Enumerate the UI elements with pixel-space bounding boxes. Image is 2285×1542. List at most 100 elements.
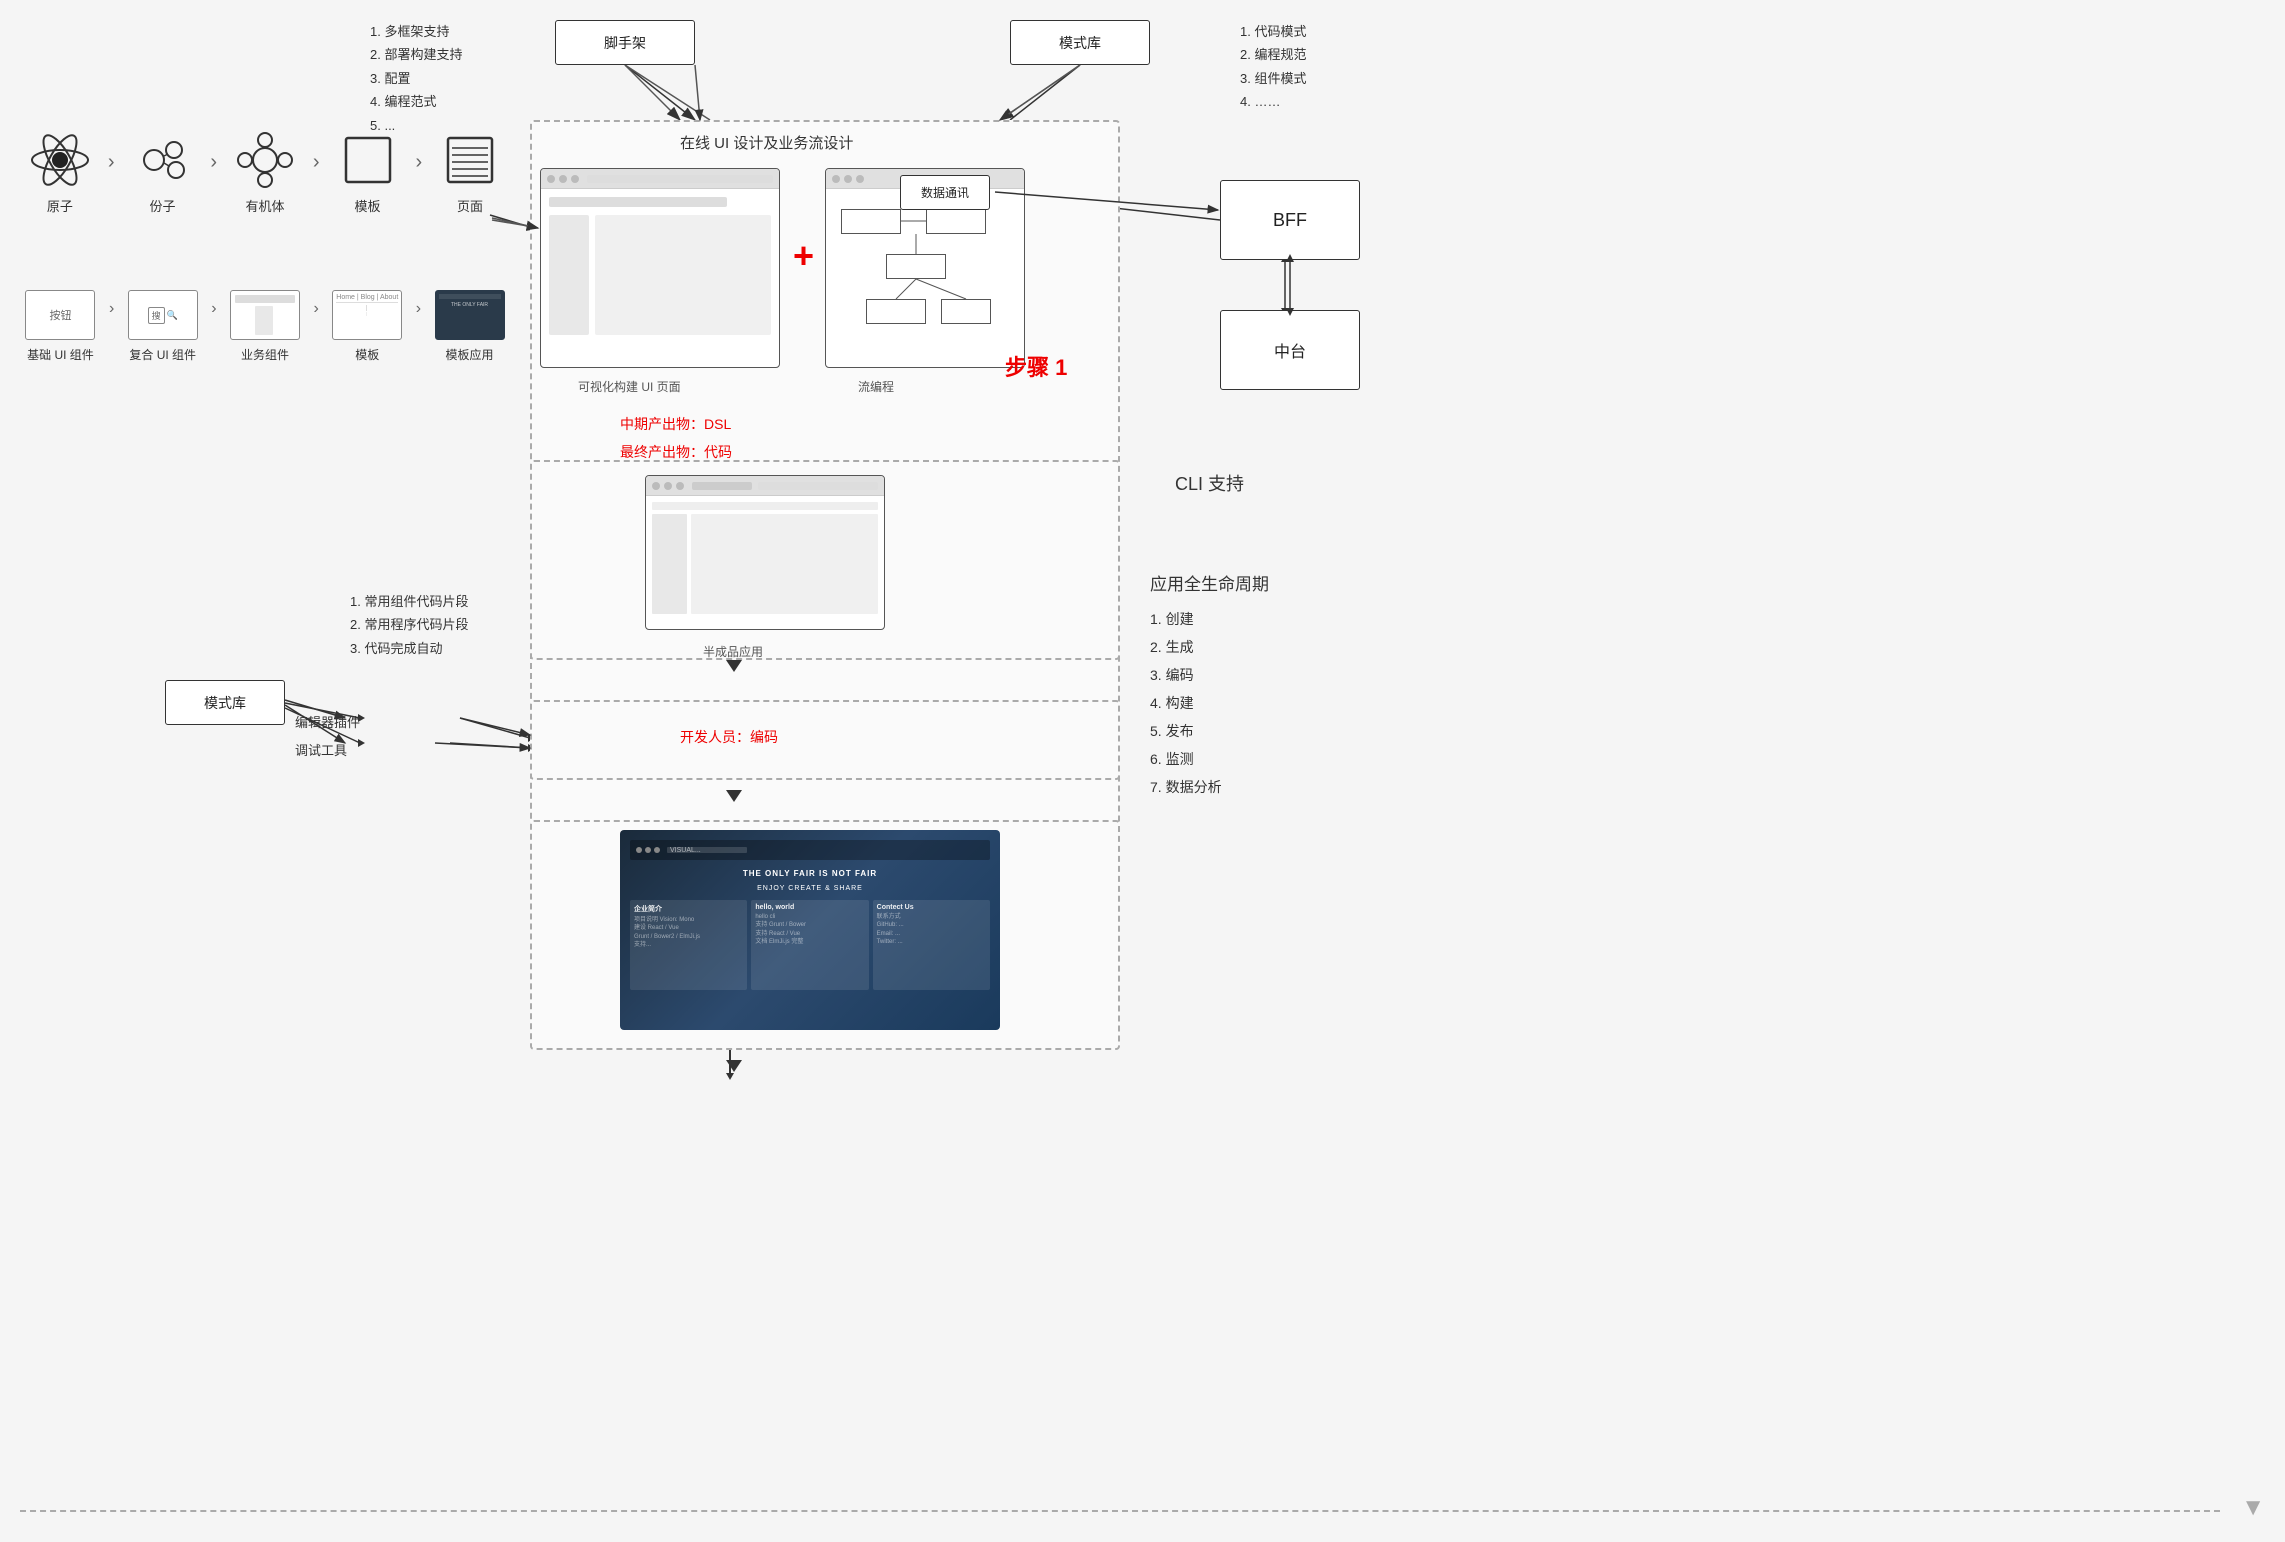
final-dot2	[645, 847, 651, 853]
arrow-3: ›	[313, 151, 320, 174]
lifecycle-3: 3. 编码	[1150, 661, 1380, 689]
mockup-content	[549, 215, 771, 335]
component-item-business: 业务组件	[225, 290, 306, 363]
card3-title: Contect Us	[877, 904, 986, 911]
hdot1	[652, 482, 660, 490]
fdot2	[844, 175, 852, 183]
final-screenshot-inner: VISUAL... THE ONLY FAIR IS NOT FAIR ENJO…	[620, 830, 1000, 1030]
pattern-box-top: 模式库	[1010, 20, 1150, 65]
code-snippet-2: 2. 常用程序代码片段	[350, 613, 550, 636]
business-label: 业务组件	[241, 346, 289, 363]
step1-label: 步骤 1	[1005, 350, 1067, 382]
basic-ui-label: 基础 UI 组件	[27, 346, 94, 363]
ui-page-label: 可视化构建 UI 页面	[578, 378, 681, 395]
card2-title: hello, world	[755, 904, 864, 911]
dev-coding-label: 开发人员：编码	[680, 727, 778, 747]
code-list-item-2: 2. 编程规范	[1240, 43, 1440, 66]
scaffold-features-list: 1. 多框架支持 2. 部署构建支持 3. 配置 4. 编程范式 5. ...	[370, 20, 540, 137]
lifecycle-5: 5. 发布	[1150, 717, 1380, 745]
scaffold-feature-4: 4. 编程范式	[370, 90, 540, 113]
debug-tool-label: 调试工具	[295, 740, 347, 759]
hero-line2: ENJOY CREATE & SHARE	[743, 883, 877, 894]
mockup-titlebar	[541, 169, 779, 189]
arrows-overlay	[0, 0, 2285, 1542]
final-title-bar: VISUAL...	[630, 840, 990, 860]
scaffold-box: 脚手架	[555, 20, 695, 65]
left-code-list: 1. 常用组件代码片段 2. 常用程序代码片段 3. 代码完成自动	[350, 590, 550, 660]
business-icon	[230, 290, 300, 340]
comp-arrow-4: ›	[416, 300, 421, 318]
component-item-template2: Home | Blog | About 模板	[327, 290, 408, 363]
bff-box: BFF	[1220, 180, 1360, 260]
flow-prog-label: 流编程	[858, 378, 894, 395]
card3-content: 联系方式GitHub: ...Email: ...Twitter: ...	[877, 913, 986, 947]
final-dot3	[654, 847, 660, 853]
lifecycle-7: 7. 数据分析	[1150, 773, 1380, 801]
ui-mockup	[540, 168, 780, 368]
arrow-down-4	[726, 1060, 742, 1072]
card1-content: 项目说明 Vision: Mono建设 React / VueGrunt / B…	[634, 916, 743, 950]
app-label: 模板应用	[446, 346, 494, 363]
component-row: 按钮 基础 UI 组件 › 搜 🔍 复合 UI 组件 ›	[20, 290, 510, 363]
plus-sign: +	[793, 235, 814, 277]
lifecycle-1: 1. 创建	[1150, 605, 1380, 633]
dot2	[559, 175, 567, 183]
bottom-dashed-line	[20, 1510, 2220, 1512]
basic-ui-icon: 按钮	[25, 290, 95, 340]
intermediate-line1: 中期产出物：DSL	[620, 410, 732, 438]
hero-line1: THE ONLY FAIR IS NOT FAIR	[743, 868, 877, 881]
atomic-section: 原子 › 份子 ›	[20, 130, 510, 215]
half-app-label: 半成品应用	[703, 643, 763, 660]
code-list-item-1: 1. 代码模式	[1240, 20, 1440, 43]
code-list-item-3: 3. 组件模式	[1240, 67, 1440, 90]
final-app-screenshot: VISUAL... THE ONLY FAIR IS NOT FAIR ENJO…	[620, 830, 1000, 1030]
pattern-top-label: 模式库	[1059, 33, 1101, 53]
half-titlebar	[646, 476, 884, 496]
data-comm-label: 数据通讯	[921, 184, 969, 201]
molecule-label: 份子	[149, 196, 175, 215]
final-hero-text: THE ONLY FAIR IS NOT FAIR ENJOY CREATE &…	[743, 868, 877, 894]
hdot2	[664, 482, 672, 490]
card1-title: 企业简介	[634, 904, 743, 914]
left-pattern-box: 模式库	[165, 680, 285, 725]
atom-label: 原子	[47, 196, 73, 215]
half-app-mockup	[645, 475, 885, 630]
lifecycle-2: 2. 生成	[1150, 633, 1380, 661]
top-right-code-list: 1. 代码模式 2. 编程规范 3. 组件模式 4. ……	[1240, 20, 1440, 114]
dot1	[547, 175, 555, 183]
final-card-2: hello, world hello cli支持 Grunt / Bower支持…	[751, 900, 868, 990]
midplatform-box: 中台	[1220, 310, 1360, 390]
code-list-item-4: 4. ……	[1240, 90, 1440, 113]
molecule-icon	[132, 130, 192, 190]
scaffold-feature-2: 2. 部署构建支持	[370, 43, 540, 66]
component-section: 按钮 基础 UI 组件 › 搜 🔍 复合 UI 组件 ›	[20, 290, 510, 363]
arrow-4: ›	[415, 151, 422, 174]
atomic-item-page: 页面	[430, 130, 510, 215]
left-pattern-label: 模式库	[204, 693, 246, 713]
scaffold-feature-3: 3. 配置	[370, 67, 540, 90]
final-card-1: 企业简介 项目说明 Vision: Mono建设 React / VueGrun…	[630, 900, 747, 990]
atom-icon	[30, 130, 90, 190]
cli-label: CLI 支持	[1175, 470, 1244, 496]
page-wrapper: 1. 代码模式 2. 编程规范 3. 组件模式 4. …… 1. 多框架支持 2…	[0, 0, 2285, 1542]
app-icon: THE ONLY FAIR	[435, 290, 505, 340]
fdot3	[856, 175, 864, 183]
dot3	[571, 175, 579, 183]
third-dashed-box	[530, 700, 1120, 780]
page-label: 页面	[457, 196, 483, 215]
lifecycle-title: 应用全生命周期	[1150, 570, 1380, 595]
organism-icon	[235, 130, 295, 190]
atomic-item-organism: 有机体	[225, 130, 305, 215]
midplatform-label: 中台	[1274, 338, 1306, 362]
editor-plugin-label: 编辑器插件	[295, 712, 360, 731]
organism-label: 有机体	[245, 196, 284, 215]
final-cards: 企业简介 项目说明 Vision: Mono建设 React / VueGrun…	[630, 900, 990, 990]
atomic-item-molecule: 份子	[123, 130, 203, 215]
atomic-item-template: 模板	[328, 130, 408, 215]
main-dashed-title: 在线 UI 设计及业务流设计	[680, 132, 853, 153]
lifecycle-4: 4. 构建	[1150, 689, 1380, 717]
component-item-basic: 按钮 基础 UI 组件	[20, 290, 101, 363]
flow-connections	[826, 189, 1024, 368]
mockup-body	[541, 189, 779, 343]
mockup-main	[595, 215, 771, 335]
